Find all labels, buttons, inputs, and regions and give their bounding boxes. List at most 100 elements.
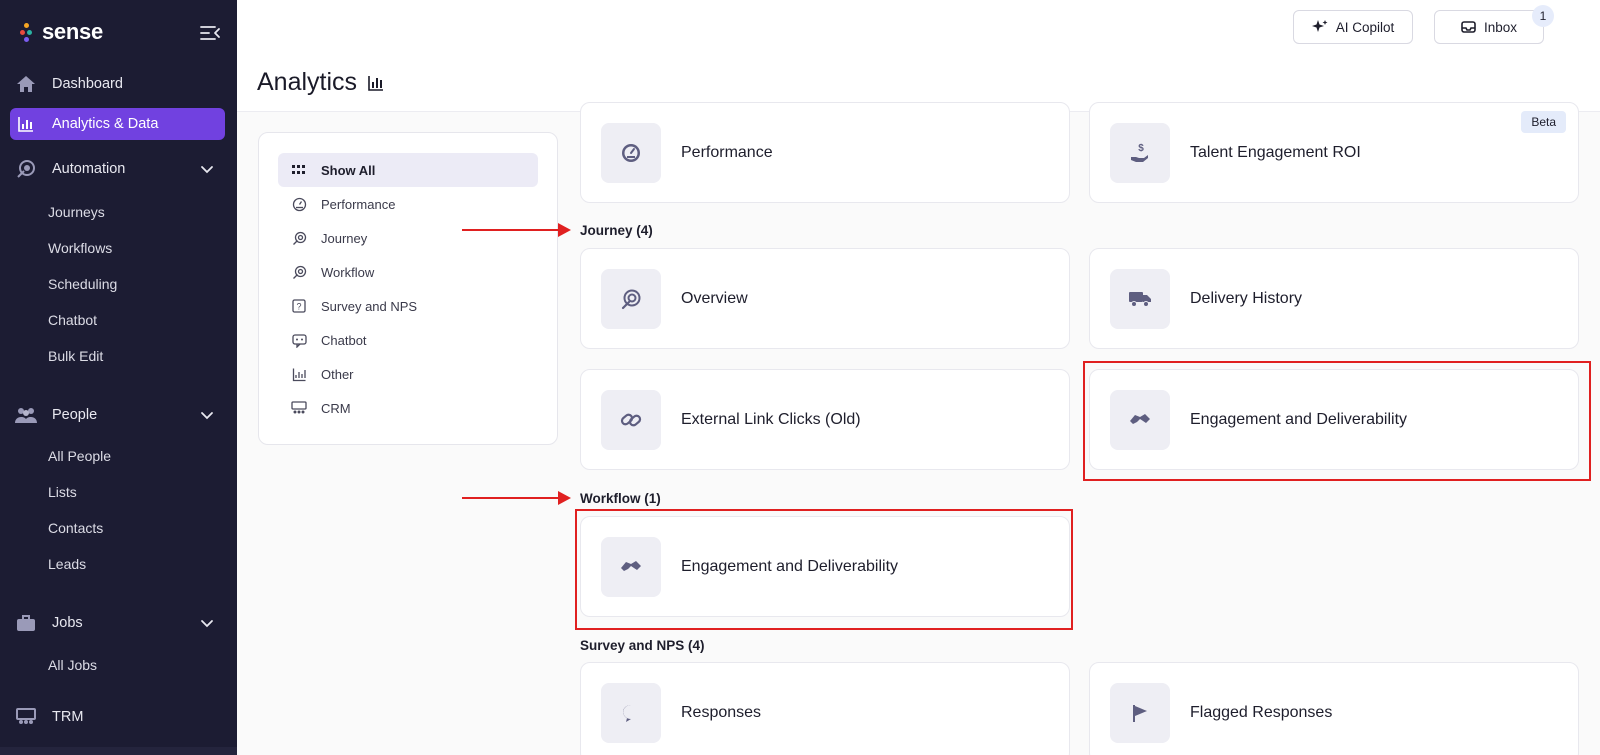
chevron-down-icon[interactable] <box>199 407 215 423</box>
inbox-button[interactable]: Inbox <box>1434 10 1544 44</box>
filter-workflow[interactable]: Workflow <box>278 255 538 289</box>
brand-name: sense <box>42 19 103 44</box>
card-title: Delivery History <box>1190 289 1303 307</box>
filter-label: Show All <box>321 162 376 178</box>
flag-icon <box>1110 682 1170 743</box>
nav-lists[interactable]: Lists <box>48 484 77 500</box>
filter-survey-nps[interactable]: ? Survey and NPS <box>278 289 538 323</box>
nav-analytics-data[interactable]: Analytics & Data <box>10 108 225 140</box>
nav-all-jobs[interactable]: All Jobs <box>48 657 97 673</box>
nav-dashboard[interactable]: Dashboard <box>10 68 225 100</box>
nav-leads[interactable]: Leads <box>48 556 86 572</box>
home-icon <box>14 72 38 96</box>
nav-label: Dashboard <box>52 76 123 92</box>
sidebar-footer <box>0 747 237 755</box>
filter-label: Workflow <box>321 264 375 280</box>
section-heading-survey-nps: Survey and NPS (4) <box>580 638 705 653</box>
people-icon <box>14 403 38 427</box>
card-engagement-deliverability-journey[interactable]: Engagement and Deliverability <box>1089 369 1579 470</box>
card-external-link-clicks[interactable]: External Link Clicks (Old) <box>580 369 1070 470</box>
nav-automation[interactable]: Automation <box>10 153 225 185</box>
nav-people[interactable]: People <box>10 399 225 431</box>
briefcase-icon <box>14 611 38 635</box>
filter-label: Other <box>321 366 354 382</box>
card-engagement-deliverability-workflow[interactable]: Engagement and Deliverability <box>580 516 1070 617</box>
nav-scheduling[interactable]: Scheduling <box>48 276 117 292</box>
card-performance[interactable]: Performance <box>580 102 1070 203</box>
category-filter-panel: Show All Performance Journey Workflow ? … <box>258 132 558 445</box>
ai-copilot-label: AI Copilot <box>1335 19 1395 35</box>
link-icon <box>601 389 661 450</box>
chat-bubble-icon <box>601 682 661 743</box>
nav-contacts[interactable]: Contacts <box>48 520 103 536</box>
truck-icon <box>1110 268 1170 329</box>
nav-trm[interactable]: TRM <box>10 701 225 733</box>
inbox-count-badge: 1 <box>1532 5 1554 27</box>
card-title: Engagement and Deliverability <box>681 557 899 575</box>
nav-jobs[interactable]: Jobs <box>10 607 225 639</box>
nav-all-people[interactable]: All People <box>48 448 111 464</box>
filter-other[interactable]: Other <box>278 357 538 391</box>
card-responses[interactable]: Responses <box>580 662 1070 755</box>
gauge-icon <box>291 196 307 212</box>
sidebar: sense Dashboard Analytics & Data Automat… <box>0 0 237 755</box>
card-flagged-responses[interactable]: Flagged Responses <box>1089 662 1579 755</box>
filter-label: Performance <box>321 196 396 212</box>
card-title: Responses <box>681 703 762 721</box>
filter-label: Chatbot <box>321 332 367 348</box>
card-delivery-history[interactable]: Delivery History <box>1089 248 1579 349</box>
nav-label: People <box>52 407 98 423</box>
top-bar: AI Copilot Inbox 1 Analytics <box>237 0 1600 112</box>
filter-performance[interactable]: Performance <box>278 187 538 221</box>
svg-text:$: $ <box>1138 143 1144 154</box>
nav-label: Analytics & Data <box>52 116 159 132</box>
filter-label: CRM <box>321 400 351 416</box>
ai-copilot-button[interactable]: AI Copilot <box>1293 10 1413 44</box>
bar-chart-icon <box>14 112 38 136</box>
nav-journeys[interactable]: Journeys <box>48 204 105 220</box>
page-title: Analytics <box>257 68 385 97</box>
annotation-arrow <box>462 223 571 237</box>
nav-chatbot[interactable]: Chatbot <box>48 312 97 328</box>
collapse-sidebar-icon[interactable] <box>199 24 221 42</box>
grid-icon <box>291 162 307 178</box>
card-title: Performance <box>681 143 773 161</box>
money-hand-icon: $ <box>1110 122 1170 183</box>
chevron-down-icon[interactable] <box>199 615 215 631</box>
filter-crm[interactable]: CRM <box>278 391 538 425</box>
filter-label: Journey <box>321 230 368 246</box>
nav-bulk-edit[interactable]: Bulk Edit <box>48 348 103 364</box>
nav-label: Jobs <box>52 615 83 631</box>
filter-chatbot[interactable]: Chatbot <box>278 323 538 357</box>
gauge-icon <box>601 122 661 183</box>
question-icon: ? <box>291 298 307 314</box>
inbox-icon <box>1461 21 1476 33</box>
nav-workflows[interactable]: Workflows <box>48 240 112 256</box>
card-title: External Link Clicks (Old) <box>681 410 861 428</box>
page-title-text: Analytics <box>257 68 358 96</box>
journey-icon <box>291 230 307 246</box>
sparkle-icon <box>1311 20 1328 32</box>
filter-label: Survey and NPS <box>321 298 418 314</box>
crm-icon <box>291 400 307 416</box>
card-title: Flagged Responses <box>1190 703 1333 721</box>
card-talent-engagement-roi[interactable]: $ Talent Engagement ROI Beta <box>1089 102 1579 203</box>
automation-icon <box>14 157 38 181</box>
section-heading-journey: Journey (4) <box>580 223 653 238</box>
filter-show-all[interactable]: Show All <box>278 153 538 187</box>
svg-text:?: ? <box>296 302 301 312</box>
handshake-icon <box>601 536 661 597</box>
brand-dots-icon <box>20 22 34 42</box>
trm-icon <box>14 705 38 729</box>
card-title: Talent Engagement ROI <box>1190 143 1361 161</box>
workflow-icon <box>291 264 307 280</box>
handshake-icon <box>1110 389 1170 450</box>
annotation-arrow <box>462 491 571 505</box>
beta-badge: Beta <box>1521 111 1566 133</box>
filter-journey[interactable]: Journey <box>278 221 538 255</box>
brand-logo[interactable]: sense <box>20 19 103 44</box>
chevron-down-icon[interactable] <box>199 161 215 177</box>
nav-label: Automation <box>52 161 126 177</box>
chatbot-icon <box>291 332 307 348</box>
card-overview[interactable]: Overview <box>580 248 1070 349</box>
